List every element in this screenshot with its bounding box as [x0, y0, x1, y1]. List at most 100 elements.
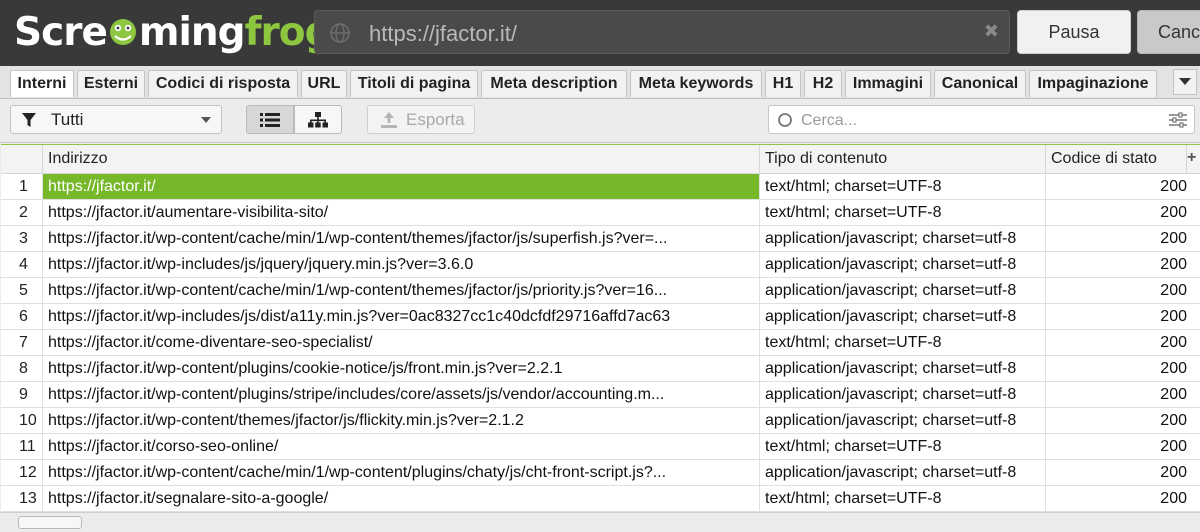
export-button[interactable]: Esporta — [367, 105, 475, 134]
address-cell[interactable]: https://jfactor.it/aumentare-visibilita-… — [43, 200, 760, 225]
address-cell[interactable]: https://jfactor.it/wp-includes/js/dist/a… — [43, 304, 760, 329]
address-cell[interactable]: https://jfactor.it/wp-content/cache/min/… — [43, 460, 760, 485]
horizontal-scrollbar[interactable] — [0, 512, 1200, 532]
pause-button[interactable]: Pausa — [1017, 10, 1131, 54]
search-options-icon[interactable] — [1169, 112, 1187, 128]
content-type-cell[interactable]: text/html; charset=UTF-8 — [760, 330, 1046, 355]
tab-esterni[interactable]: Esterni — [77, 70, 145, 97]
tab-immagini[interactable]: Immagini — [845, 70, 931, 97]
add-column-icon[interactable]: + — [1187, 149, 1196, 167]
scrollbar-thumb[interactable] — [18, 516, 82, 529]
screaming-frog-logo: Scre ming frog — [14, 6, 332, 58]
table-row[interactable]: 3 https://jfactor.it/wp-content/cache/min… — [1, 226, 1200, 252]
tab-impaginazione[interactable]: Impaginazione — [1029, 70, 1157, 97]
table-row[interactable]: 1 https://jfactor.it/text/html; charset=U… — [1, 174, 1200, 200]
tab-canonical[interactable]: Canonical — [934, 70, 1026, 97]
content-type-cell[interactable]: application/javascript; charset=utf-8 — [760, 408, 1046, 433]
row-number-cell[interactable]: 6 — [1, 304, 43, 329]
content-type-cell[interactable]: text/html; charset=UTF-8 — [760, 200, 1046, 225]
tab-interni[interactable]: Interni — [10, 70, 74, 97]
address-cell[interactable]: https://jfactor.it/ — [43, 174, 760, 199]
address-cell[interactable]: https://jfactor.it/corso-seo-online/ — [43, 434, 760, 459]
tree-view-button[interactable] — [294, 105, 342, 134]
table-row[interactable]: 9 https://jfactor.it/wp-content/plugins/s… — [1, 382, 1200, 408]
status-code-cell[interactable]: 200 — [1046, 408, 1187, 433]
status-code-cell[interactable]: 200 — [1046, 382, 1187, 407]
row-number-cell[interactable]: 7 — [1, 330, 43, 355]
tab-meta-keywords[interactable]: Meta keywords — [630, 70, 762, 97]
table-row[interactable]: 2 https://jfactor.it/aumentare-visibilita… — [1, 200, 1200, 226]
address-cell[interactable]: https://jfactor.it/segnalare-sito-a-goog… — [43, 486, 760, 511]
tab-codici-di-risposta[interactable]: Codici di risposta — [148, 70, 298, 97]
table-row[interactable]: 13 https://jfactor.it/segnalare-sito-a-go… — [1, 486, 1200, 512]
header-indirizzo[interactable]: Indirizzo — [43, 145, 760, 173]
table-row[interactable]: 6 https://jfactor.it/wp-includes/js/dist/… — [1, 304, 1200, 330]
tab-titoli-di-pagina[interactable]: Titoli di pagina — [350, 70, 478, 97]
status-code-cell[interactable]: 200 — [1046, 252, 1187, 277]
row-number-cell[interactable]: 2 — [1, 200, 43, 225]
row-number-cell[interactable]: 11 — [1, 434, 43, 459]
content-type-cell[interactable]: text/html; charset=UTF-8 — [760, 174, 1046, 199]
url-input-value[interactable]: https://jfactor.it/ — [369, 21, 517, 47]
status-code-cell[interactable]: 200 — [1046, 460, 1187, 485]
filter-dropdown[interactable]: Tutti — [10, 105, 222, 134]
table-row[interactable]: 4 https://jfactor.it/wp-includes/js/jquer… — [1, 252, 1200, 278]
row-number-cell[interactable]: 12 — [1, 460, 43, 485]
tab-h1[interactable]: H1 — [765, 70, 801, 97]
table-row[interactable]: 7 https://jfactor.it/come-diventare-seo-s… — [1, 330, 1200, 356]
clear-url-icon[interactable]: ✖ — [984, 21, 999, 42]
content-type-cell[interactable]: text/html; charset=UTF-8 — [760, 434, 1046, 459]
status-code-cell[interactable]: 200 — [1046, 330, 1187, 355]
tab-meta-description[interactable]: Meta description — [481, 70, 627, 97]
address-cell[interactable]: https://jfactor.it/wp-content/cache/min/… — [43, 278, 760, 303]
toolbar: Tutti Esporta — [0, 99, 1200, 143]
address-cell[interactable]: https://jfactor.it/wp-content/themes/jfa… — [43, 408, 760, 433]
address-cell[interactable]: https://jfactor.it/wp-includes/js/jquery… — [43, 252, 760, 277]
content-type-cell[interactable]: application/javascript; charset=utf-8 — [760, 356, 1046, 381]
table-row[interactable]: 10 https://jfactor.it/wp-content/themes/j… — [1, 408, 1200, 434]
content-type-cell[interactable]: text/html; charset=UTF-8 — [760, 486, 1046, 511]
address-cell[interactable]: https://jfactor.it/come-diventare-seo-sp… — [43, 330, 760, 355]
content-type-cell[interactable]: application/javascript; charset=utf-8 — [760, 252, 1046, 277]
search-box[interactable] — [768, 105, 1195, 134]
upload-icon — [381, 111, 397, 128]
status-code-cell[interactable]: 200 — [1046, 304, 1187, 329]
address-cell[interactable]: https://jfactor.it/wp-content/cache/min/… — [43, 226, 760, 251]
row-number-cell[interactable]: 8 — [1, 356, 43, 381]
tabs-overflow-dropdown[interactable] — [1173, 69, 1197, 95]
tab-url[interactable]: URL — [301, 70, 347, 97]
address-cell[interactable]: https://jfactor.it/wp-content/plugins/co… — [43, 356, 760, 381]
row-number-cell[interactable]: 10 — [1, 408, 43, 433]
header-codice-di-stato[interactable]: Codice di stato — [1046, 145, 1187, 173]
content-type-cell[interactable]: application/javascript; charset=utf-8 — [760, 382, 1046, 407]
status-code-cell[interactable]: 200 — [1046, 226, 1187, 251]
table-row[interactable]: 12 https://jfactor.it/wp-content/cache/mi… — [1, 460, 1200, 486]
frog-logo-icon — [109, 19, 136, 45]
status-code-cell[interactable]: 200 — [1046, 486, 1187, 511]
url-bar[interactable]: https://jfactor.it/ ✖ — [314, 10, 1010, 54]
table-row[interactable]: 11 https://jfactor.it/corso-seo-online/te… — [1, 434, 1200, 460]
row-number-cell[interactable]: 5 — [1, 278, 43, 303]
status-code-cell[interactable]: 200 — [1046, 200, 1187, 225]
row-number-cell[interactable]: 9 — [1, 382, 43, 407]
row-number-cell[interactable]: 3 — [1, 226, 43, 251]
status-code-cell[interactable]: 200 — [1046, 356, 1187, 381]
cancel-button[interactable]: Canc — [1137, 10, 1200, 54]
table-row[interactable]: 5 https://jfactor.it/wp-content/cache/min… — [1, 278, 1200, 304]
content-type-cell[interactable]: application/javascript; charset=utf-8 — [760, 226, 1046, 251]
content-type-cell[interactable]: application/javascript; charset=utf-8 — [760, 460, 1046, 485]
row-number-cell[interactable]: 1 — [1, 174, 43, 199]
status-code-cell[interactable]: 200 — [1046, 174, 1187, 199]
status-code-cell[interactable]: 200 — [1046, 434, 1187, 459]
header-tipo-di-contenuto[interactable]: Tipo di contenuto — [760, 145, 1046, 173]
tab-h2[interactable]: H2 — [804, 70, 842, 97]
row-number-cell[interactable]: 13 — [1, 486, 43, 511]
address-cell[interactable]: https://jfactor.it/wp-content/plugins/st… — [43, 382, 760, 407]
content-type-cell[interactable]: application/javascript; charset=utf-8 — [760, 278, 1046, 303]
list-view-button[interactable] — [246, 105, 294, 134]
status-code-cell[interactable]: 200 — [1046, 278, 1187, 303]
content-type-cell[interactable]: application/javascript; charset=utf-8 — [760, 304, 1046, 329]
row-number-cell[interactable]: 4 — [1, 252, 43, 277]
search-input[interactable] — [799, 109, 1153, 132]
table-row[interactable]: 8 https://jfactor.it/wp-content/plugins/c… — [1, 356, 1200, 382]
